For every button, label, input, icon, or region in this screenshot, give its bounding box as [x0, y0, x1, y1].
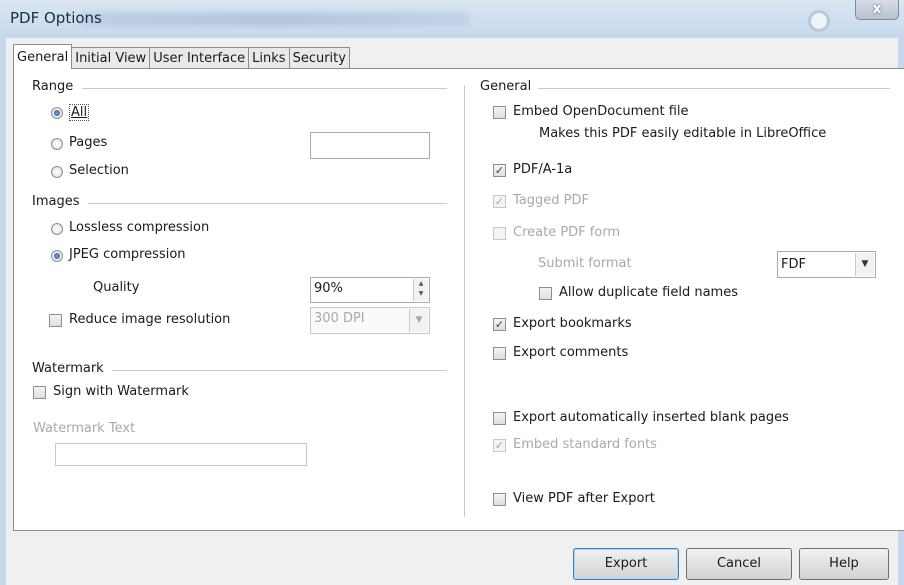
cancel-button[interactable]: Cancel: [686, 548, 792, 580]
range-pages-label[interactable]: Pages: [69, 135, 107, 150]
resolution-combobox[interactable]: 300 DPI ▼: [310, 307, 430, 334]
general-section: General: [480, 79, 890, 94]
submit-format-label: Submit format: [538, 256, 632, 271]
create-form-checkbox[interactable]: [493, 227, 506, 240]
sign-watermark-label[interactable]: Sign with Watermark: [53, 384, 189, 399]
embed-odf-checkbox[interactable]: [493, 106, 506, 119]
general-divider: [538, 88, 890, 89]
embed-odf-label[interactable]: Embed OpenDocument file: [513, 104, 689, 119]
chevron-down-icon[interactable]: ▼: [409, 309, 428, 332]
export-comments-label[interactable]: Export comments: [513, 345, 628, 360]
range-selection-label[interactable]: Selection: [69, 163, 129, 178]
range-all-label[interactable]: All: [69, 104, 90, 121]
allow-duplicate-label[interactable]: Allow duplicate field names: [559, 285, 738, 300]
tab-bar: General Initial View User Interface Link…: [13, 44, 350, 69]
export-blank-pages-label[interactable]: Export automatically inserted blank page…: [513, 410, 789, 425]
range-pages-radio[interactable]: [51, 138, 63, 150]
submit-format-combobox[interactable]: FDF ▼: [777, 251, 876, 278]
export-button[interactable]: Export: [573, 548, 679, 580]
watermark-section: Watermark: [32, 361, 447, 376]
spin-down-icon[interactable]: ▼: [414, 289, 428, 299]
embed-fonts-checkbox[interactable]: ✓: [493, 439, 506, 452]
export-bookmarks-label[interactable]: Export bookmarks: [513, 316, 632, 331]
range-all-radio[interactable]: [51, 107, 63, 119]
images-section: Images: [32, 194, 447, 209]
help-button[interactable]: Help: [799, 548, 889, 580]
lossless-radio[interactable]: [51, 223, 63, 235]
create-form-label[interactable]: Create PDF form: [513, 225, 620, 240]
tab-links[interactable]: Links: [248, 47, 290, 69]
pdfa-label[interactable]: PDF/A-1a: [513, 162, 572, 177]
export-bookmarks-checkbox[interactable]: ✓: [493, 318, 506, 331]
tagged-pdf-label[interactable]: Tagged PDF: [513, 193, 589, 208]
jpeg-label[interactable]: JPEG compression: [69, 247, 186, 262]
embed-odf-note: Makes this PDF easily editable in LibreO…: [539, 126, 827, 141]
submit-format-value: FDF: [781, 257, 806, 272]
watermark-text-label: Watermark Text: [33, 421, 136, 436]
images-heading: Images: [32, 194, 80, 209]
reduce-resolution-label[interactable]: Reduce image resolution: [69, 312, 230, 327]
lossless-label[interactable]: Lossless compression: [69, 220, 209, 235]
range-selection-radio[interactable]: [51, 166, 63, 178]
images-divider: [88, 203, 447, 204]
chevron-down-icon[interactable]: ▼: [855, 253, 874, 276]
window-frame-left: [0, 38, 6, 585]
close-button[interactable]: x: [855, 0, 899, 20]
range-section: Range: [32, 79, 447, 94]
window-title: PDF Options: [10, 9, 102, 27]
pages-input[interactable]: [310, 132, 430, 159]
tagged-pdf-checkbox[interactable]: ✓: [493, 195, 506, 208]
blurred-menu-background: [80, 12, 470, 26]
quality-label: Quality: [93, 280, 140, 295]
watermark-text-input[interactable]: [55, 443, 307, 466]
view-after-export-checkbox[interactable]: [493, 493, 506, 506]
watermark-divider: [112, 370, 447, 371]
export-comments-checkbox[interactable]: [493, 347, 506, 360]
quality-spin-buttons[interactable]: ▲ ▼: [413, 279, 428, 301]
embed-fonts-label[interactable]: Embed standard fonts: [513, 437, 657, 452]
export-blank-pages-checkbox[interactable]: [493, 412, 506, 425]
range-divider: [82, 88, 447, 89]
sign-watermark-checkbox[interactable]: [33, 386, 46, 399]
resolution-value: 300 DPI: [314, 311, 365, 326]
pdfa-checkbox[interactable]: ✓: [493, 164, 506, 177]
column-divider: [464, 85, 465, 517]
tab-general[interactable]: General: [13, 44, 73, 69]
jpeg-radio[interactable]: [51, 250, 63, 262]
app-orb-icon: [808, 10, 830, 32]
general-heading: General: [480, 79, 532, 94]
reduce-resolution-checkbox[interactable]: [49, 314, 62, 327]
tab-security[interactable]: Security: [288, 47, 350, 69]
allow-duplicate-checkbox[interactable]: [539, 287, 552, 300]
range-all-text: All: [71, 105, 88, 120]
range-heading: Range: [32, 79, 74, 94]
tab-initial-view[interactable]: Initial View: [71, 47, 151, 69]
watermark-heading: Watermark: [32, 361, 104, 376]
quality-spinbox[interactable]: 90% ▲ ▼: [310, 277, 430, 303]
title-bar: PDF Options x: [0, 0, 904, 38]
view-after-export-label[interactable]: View PDF after Export: [513, 491, 655, 506]
quality-value: 90%: [314, 281, 343, 296]
spin-up-icon[interactable]: ▲: [414, 279, 428, 289]
tab-user-interface[interactable]: User Interface: [149, 47, 250, 69]
